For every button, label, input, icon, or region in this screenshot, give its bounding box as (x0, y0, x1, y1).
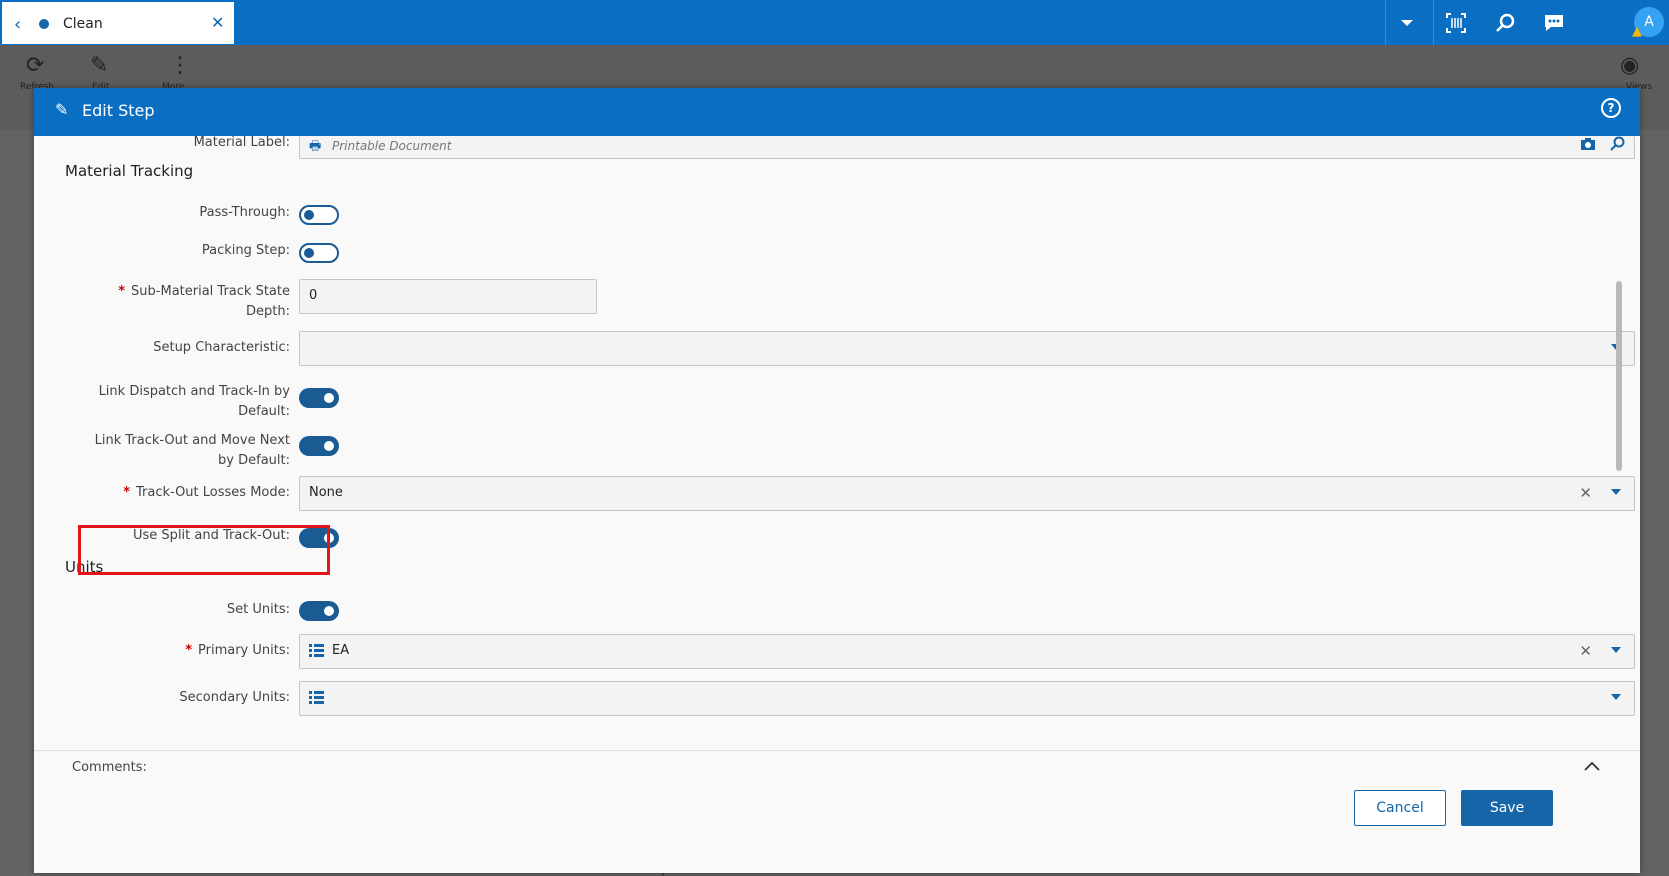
sub-material-depth-input[interactable]: 0 (299, 279, 597, 314)
chat-icon[interactable] (1542, 11, 1566, 35)
divider (1385, 0, 1386, 45)
pencil-icon: ✎ (55, 100, 69, 119)
help-icon[interactable]: ? (1601, 98, 1621, 118)
material-label-input[interactable]: 🖶 Printable Document (299, 136, 1635, 159)
comments-label: Comments: (72, 760, 147, 775)
camera-icon[interactable] (1580, 136, 1596, 156)
scrollbar[interactable] (1616, 281, 1622, 471)
clear-icon[interactable]: ✕ (1579, 484, 1592, 502)
edit-icon: ✎ (90, 53, 109, 78)
packing-step-toggle[interactable] (299, 243, 339, 263)
close-icon[interactable]: ✕ (211, 13, 224, 32)
section-material-tracking: Material Tracking (65, 162, 194, 180)
chevron-down-icon[interactable] (1611, 647, 1621, 653)
link-dispatch-label: Link Dispatch and Track-In by Default: (98, 384, 290, 419)
divider (1433, 0, 1434, 45)
tab-title: Clean (63, 16, 103, 32)
pass-through-label: Pass-Through: (199, 205, 290, 220)
warning-icon: ▲ (1632, 24, 1642, 39)
primary-units-value: EA (332, 643, 350, 658)
chevron-down-icon[interactable] (1611, 489, 1621, 495)
dialog-title: Edit Step (82, 101, 155, 120)
more-icon: ⋮ (169, 53, 191, 78)
required-marker: * (123, 485, 130, 500)
refresh-icon: ⟳ (26, 53, 45, 78)
list-icon (309, 644, 324, 658)
highlight-box (78, 525, 330, 575)
setup-characteristic-label: Setup Characteristic: (153, 340, 290, 355)
trackout-losses-value: None (309, 485, 343, 500)
printer-icon: 🖶 (309, 139, 322, 154)
primary-units-select[interactable]: EA ✕ (299, 634, 1635, 669)
sub-material-depth-label: * Sub-Material Track State Depth: (118, 284, 290, 319)
eye-icon: ◉ (1620, 53, 1640, 78)
set-units-label: Set Units: (226, 602, 290, 617)
material-label-label: Material Label: (193, 135, 290, 150)
secondary-units-label: Secondary Units: (179, 690, 290, 705)
top-bar: ‹ Clean ✕ A ▲ (0, 0, 1669, 45)
save-button[interactable]: Save (1461, 790, 1553, 826)
clear-icon[interactable]: ✕ (1579, 642, 1592, 660)
required-marker: * (118, 284, 126, 299)
link-trackout-label: Link Track-Out and Move Next by Default: (94, 433, 290, 468)
material-label-placeholder: Printable Document (332, 139, 452, 153)
secondary-units-select[interactable] (299, 681, 1635, 716)
chevron-up-icon[interactable] (1582, 758, 1602, 778)
list-icon (309, 691, 324, 705)
pass-through-toggle[interactable] (299, 205, 339, 225)
cancel-button[interactable]: Cancel (1354, 790, 1446, 826)
sub-material-depth-value: 0 (309, 288, 318, 303)
setup-characteristic-select[interactable] (299, 331, 1635, 366)
link-trackout-toggle[interactable] (299, 436, 339, 456)
packing-step-label: Packing Step: (201, 243, 290, 258)
back-icon[interactable]: ‹ (14, 14, 21, 35)
primary-units-label: * Primary Units: (185, 643, 290, 658)
chevron-down-icon[interactable] (1395, 11, 1419, 35)
search-icon[interactable] (1610, 136, 1626, 156)
barcode-scan-icon[interactable] (1444, 11, 1468, 35)
required-marker: * (185, 643, 193, 658)
search-icon[interactable] (1493, 11, 1517, 35)
set-units-toggle[interactable] (299, 601, 339, 621)
comments-panel[interactable]: Comments: (34, 750, 1640, 786)
trackout-losses-label: * Track-Out Losses Mode: (123, 485, 290, 500)
edit-step-dialog: ✎ Edit Step ? Material Label: 🖶 Printabl… (34, 88, 1640, 873)
trackout-losses-select[interactable]: None ✕ (299, 476, 1635, 511)
chevron-down-icon[interactable] (1611, 694, 1621, 700)
tab-status-dot (39, 19, 49, 29)
document-tab[interactable]: ‹ Clean ✕ (2, 2, 234, 44)
dialog-header: ✎ Edit Step ? (34, 88, 1640, 136)
link-dispatch-toggle[interactable] (299, 388, 339, 408)
